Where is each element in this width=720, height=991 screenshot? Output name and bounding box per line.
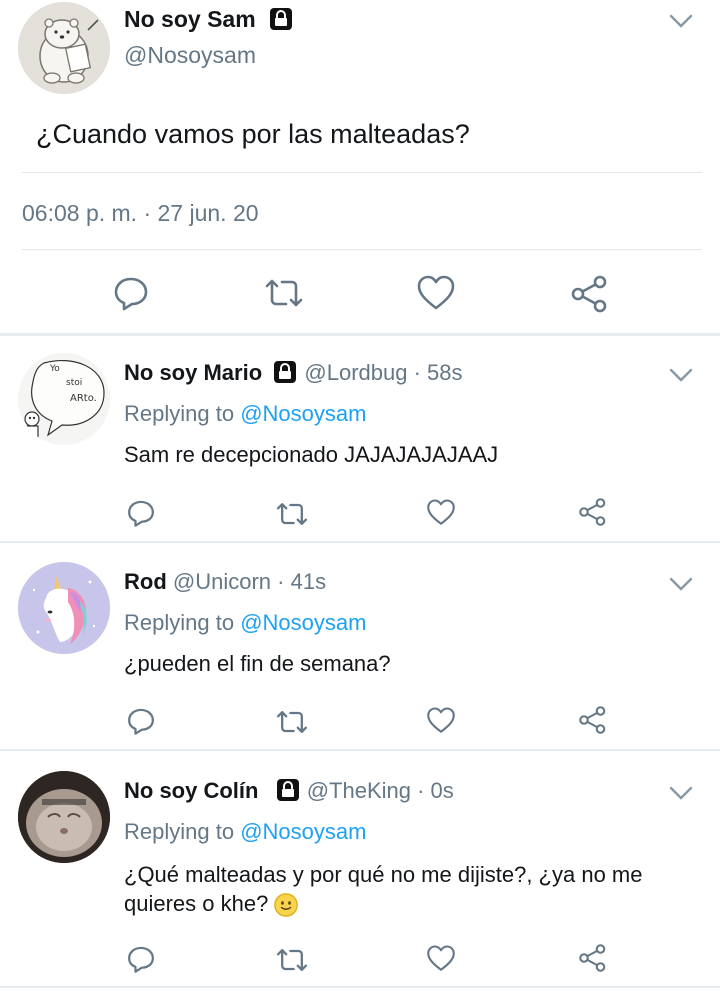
tweet-text-line: ¿Qué malteadas y por qué no me dijiste?,…	[124, 862, 643, 887]
replying-to-link[interactable]: @Nosoysam	[240, 401, 366, 426]
author-handle[interactable]: @Unicorn	[173, 569, 271, 594]
author-name[interactable]: No soy Colín	[124, 778, 258, 803]
slight-smile-face-icon	[274, 893, 298, 917]
retweet-icon[interactable]	[274, 708, 310, 736]
replying-label: Replying to	[124, 401, 235, 426]
chevron-down-icon[interactable]	[668, 366, 694, 384]
tweet-text: ¿Cuando vamos por las malteadas?	[36, 119, 470, 149]
polar-bear-drawing-icon	[18, 2, 110, 94]
chevron-down-icon[interactable]	[668, 784, 694, 802]
retweet-icon[interactable]	[274, 946, 310, 974]
avatar-text: ARto.	[70, 393, 97, 404]
unicorn-icon	[18, 562, 110, 654]
lock-icon	[268, 6, 294, 32]
heart-icon[interactable]	[426, 706, 456, 735]
share-icon[interactable]	[578, 705, 608, 735]
section-divider	[0, 333, 720, 336]
divider	[22, 172, 702, 173]
tweet-text: ¿Qué malteadas y por qué no me dijiste?,…	[124, 860, 642, 918]
sketch-speech-bubble-icon: Yo stoi ARto.	[18, 353, 110, 445]
heart-icon[interactable]	[426, 498, 456, 527]
tweet-time[interactable]: · 41s	[277, 569, 326, 594]
section-divider	[0, 986, 720, 988]
author-handle[interactable]: @Lordbug	[304, 360, 407, 385]
author-name[interactable]: No soy Mario	[124, 360, 262, 385]
share-icon[interactable]	[570, 274, 610, 314]
avatar[interactable]	[18, 562, 110, 654]
tweet-time[interactable]: · 0s	[417, 778, 454, 803]
replying-to-link[interactable]: @Nosoysam	[240, 819, 366, 844]
replying-to-link[interactable]: @Nosoysam	[240, 610, 366, 635]
author-handle[interactable]: @Nosoysam	[124, 42, 256, 69]
avatar[interactable]: Yo stoi ARto.	[18, 353, 110, 445]
lock-icon	[275, 777, 301, 803]
divider	[22, 249, 702, 250]
author-name[interactable]: Rod	[124, 569, 167, 594]
chevron-down-icon[interactable]	[668, 575, 694, 593]
share-icon[interactable]	[578, 943, 608, 973]
lock-icon	[272, 359, 298, 385]
share-icon[interactable]	[578, 497, 608, 527]
section-divider	[0, 541, 720, 543]
avatar[interactable]	[18, 2, 110, 94]
reply-icon[interactable]	[126, 498, 156, 528]
tweet-time[interactable]: · 58s	[414, 360, 463, 385]
reply-icon[interactable]	[126, 706, 156, 736]
tweet-text: Sam re decepcionado JAJAJAJAJAAJ	[124, 442, 499, 467]
timestamp[interactable]: 06:08 p. m. · 27 jun. 20	[22, 200, 259, 227]
tweet-text-line: quieres o khe?	[124, 891, 269, 916]
avatar-text: stoi	[66, 378, 82, 388]
chevron-down-icon[interactable]	[668, 12, 694, 30]
retweet-icon[interactable]	[274, 500, 310, 528]
slight-smile-emoji: 🙂	[274, 893, 299, 918]
reply-icon[interactable]	[112, 274, 150, 312]
cat-photo-icon	[18, 771, 110, 863]
replying-label: Replying to	[124, 819, 235, 844]
section-divider	[0, 749, 720, 751]
retweet-icon[interactable]	[262, 276, 306, 310]
reply-icon[interactable]	[126, 944, 156, 974]
tweet-text: ¿pueden el fin de semana?	[124, 651, 391, 676]
replying-label: Replying to	[124, 610, 235, 635]
heart-icon[interactable]	[416, 274, 456, 312]
author-name[interactable]: No soy Sam	[124, 6, 256, 32]
avatar[interactable]	[18, 771, 110, 863]
heart-icon[interactable]	[426, 944, 456, 973]
avatar-text: Yo	[49, 364, 60, 374]
author-handle[interactable]: @TheKing	[307, 778, 411, 803]
